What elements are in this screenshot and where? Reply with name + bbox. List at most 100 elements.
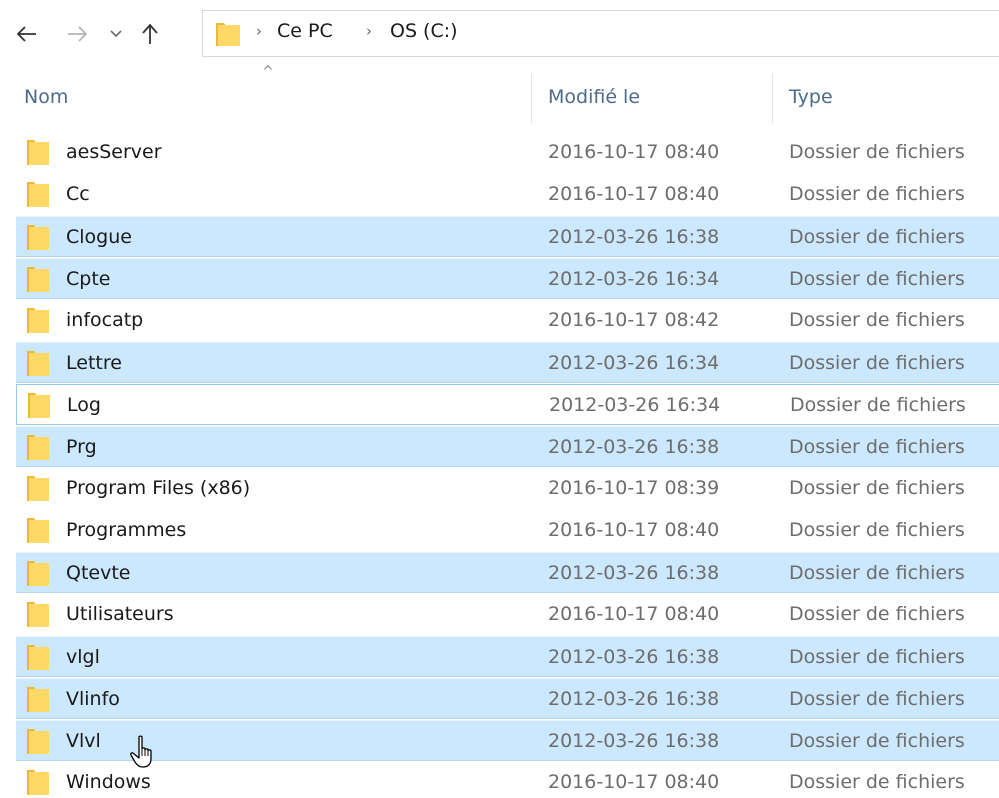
file-name: Program Files (x86) — [66, 477, 251, 499]
file-row[interactable]: Vlinfo 2012-03-26 16:38 Dossier de fichier… — [16, 678, 999, 719]
file-type: Dossier de fichiers — [789, 268, 965, 290]
file-row[interactable]: Program Files (x86) 2016-10-17 08:39 Dossi… — [16, 468, 999, 509]
file-type: Dossier de fichiers — [789, 730, 965, 752]
file-name: Vlinfo — [66, 688, 120, 710]
file-name: Qtevte — [66, 562, 131, 584]
file-explorer-window: › Ce PC › OS (C:) ^ Nom Modifié le Type … — [0, 0, 999, 798]
arrow-left-icon — [16, 26, 36, 42]
file-type: Dossier de fichiers — [789, 688, 965, 710]
file-name: Cc — [66, 183, 90, 205]
folder-icon — [27, 518, 49, 543]
file-type: Dossier de fichiers — [789, 603, 965, 625]
file-type: Dossier de fichiers — [789, 141, 965, 163]
forward-button[interactable] — [60, 16, 94, 52]
navigation-bar: › Ce PC › OS (C:) — [0, 0, 999, 66]
column-header-type[interactable]: Type — [789, 86, 833, 108]
file-row[interactable]: Lettre 2012-03-26 16:34 Dossier de fichier… — [16, 342, 999, 383]
file-row[interactable]: infocatp 2016-10-17 08:42 Dossier de fichi… — [16, 300, 999, 341]
file-type: Dossier de fichiers — [789, 519, 965, 541]
file-row[interactable]: Clogue 2012-03-26 16:38 Dossier de fichier… — [16, 216, 999, 257]
file-type: Dossier de fichiers — [790, 394, 966, 416]
file-name: vlgl — [66, 646, 100, 668]
file-type: Dossier de fichiers — [789, 646, 965, 668]
file-row[interactable]: Utilisateurs 2016-10-17 08:40 Dossier de f… — [16, 594, 999, 635]
file-name: Clogue — [66, 226, 132, 248]
file-modified-date: 2012-03-26 16:34 — [548, 268, 720, 290]
folder-icon — [27, 476, 49, 501]
column-header-name[interactable]: Nom — [24, 86, 68, 108]
file-modified-date: 2016-10-17 08:42 — [548, 309, 720, 331]
file-type: Dossier de fichiers — [789, 771, 965, 793]
file-row[interactable]: aesServer 2016-10-17 08:40 Dossier de fich… — [16, 132, 999, 173]
file-modified-date: 2012-03-26 16:34 — [548, 352, 720, 374]
folder-icon — [27, 561, 49, 586]
column-divider[interactable] — [531, 74, 532, 124]
file-row[interactable]: vlgl 2012-03-26 16:38 Dossier de fichiers — [16, 636, 999, 677]
arrow-up-icon — [142, 23, 158, 44]
file-type: Dossier de fichiers — [789, 477, 965, 499]
folder-icon — [216, 23, 240, 46]
chevron-down-icon — [110, 30, 122, 38]
file-name: Cpte — [66, 268, 111, 290]
hand-pointer-icon — [130, 735, 152, 768]
file-type: Dossier de fichiers — [789, 352, 965, 374]
folder-icon — [27, 770, 49, 795]
file-modified-date: 2016-10-17 08:40 — [548, 771, 720, 793]
file-name: Programmes — [66, 519, 187, 541]
breadcrumb-separator[interactable]: › — [256, 22, 262, 40]
file-name: infocatp — [66, 309, 144, 331]
column-divider[interactable] — [772, 74, 773, 124]
file-row[interactable]: Prg 2012-03-26 16:38 Dossier de fichiers — [16, 426, 999, 467]
folder-icon — [27, 645, 49, 670]
address-bar[interactable]: › Ce PC › OS (C:) — [202, 10, 999, 57]
file-modified-date: 2012-03-26 16:38 — [548, 226, 720, 248]
file-type: Dossier de fichiers — [789, 183, 965, 205]
file-name: Windows — [66, 771, 151, 793]
file-row[interactable]: Log 2012-03-26 16:34 Dossier de fichiers — [16, 384, 999, 425]
file-row[interactable]: Windows 2016-10-17 08:40 Dossier de fichie… — [16, 762, 999, 798]
file-name: Prg — [66, 436, 97, 458]
folder-icon — [27, 435, 49, 460]
file-modified-date: 2016-10-17 08:40 — [548, 183, 720, 205]
up-button[interactable] — [132, 16, 168, 52]
file-modified-date: 2016-10-17 08:40 — [548, 519, 720, 541]
file-name: Vlvl — [66, 730, 101, 752]
file-modified-date: 2012-03-26 16:38 — [548, 436, 720, 458]
file-name: Log — [67, 394, 101, 416]
folder-icon — [27, 351, 49, 376]
file-type: Dossier de fichiers — [789, 226, 965, 248]
arrow-right-icon — [68, 26, 88, 42]
back-button[interactable] — [10, 16, 44, 52]
file-row[interactable]: Qtevte 2012-03-26 16:38 Dossier de fichier… — [16, 552, 999, 593]
file-type: Dossier de fichiers — [789, 436, 965, 458]
file-modified-date: 2016-10-17 08:40 — [548, 603, 720, 625]
breadcrumb-ce-pc[interactable]: Ce PC — [277, 20, 333, 42]
file-modified-date: 2012-03-26 16:34 — [549, 394, 721, 416]
file-modified-date: 2012-03-26 16:38 — [548, 646, 720, 668]
breadcrumb-os-drive[interactable]: OS (C:) — [390, 20, 458, 42]
recent-locations-button[interactable] — [103, 16, 129, 52]
column-header-row: ^ Nom Modifié le Type — [0, 64, 999, 128]
folder-icon — [27, 602, 49, 627]
folder-icon — [27, 225, 49, 250]
file-modified-date: 2012-03-26 16:38 — [548, 562, 720, 584]
folder-icon — [27, 687, 49, 712]
folder-icon — [27, 182, 49, 207]
breadcrumb-separator[interactable]: › — [366, 22, 372, 40]
sort-ascending-icon: ^ — [262, 64, 274, 80]
file-modified-date: 2012-03-26 16:38 — [548, 730, 720, 752]
file-name: aesServer — [66, 141, 162, 163]
file-modified-date: 2016-10-17 08:39 — [548, 477, 720, 499]
file-modified-date: 2012-03-26 16:38 — [548, 688, 720, 710]
folder-icon — [28, 393, 50, 418]
file-row[interactable]: Vlvl 2012-03-26 16:38 Dossier de fichiers — [16, 720, 999, 761]
file-name: Utilisateurs — [66, 603, 174, 625]
file-row[interactable]: Cpte 2012-03-26 16:34 Dossier de fichiers — [16, 258, 999, 299]
file-row[interactable]: Cc 2016-10-17 08:40 Dossier de fichiers — [16, 174, 999, 215]
folder-icon — [27, 140, 49, 165]
folder-icon — [27, 308, 49, 333]
file-modified-date: 2016-10-17 08:40 — [548, 141, 720, 163]
file-row[interactable]: Programmes 2016-10-17 08:40 Dossier de fic… — [16, 510, 999, 551]
file-type: Dossier de fichiers — [789, 309, 965, 331]
column-header-modified[interactable]: Modifié le — [548, 86, 640, 108]
